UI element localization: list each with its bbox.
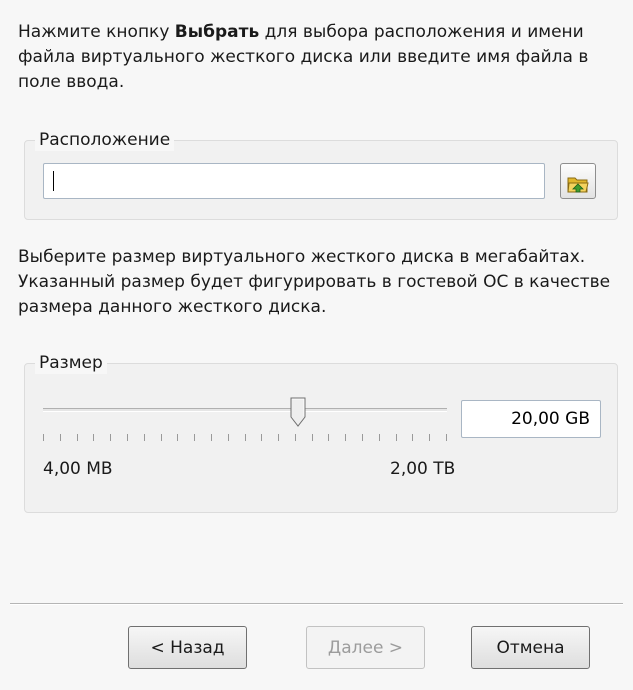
size-slider-track[interactable] xyxy=(43,408,447,412)
folder-open-icon xyxy=(567,177,589,192)
slider-tick xyxy=(429,434,430,441)
slider-tick xyxy=(362,434,363,441)
slider-tick xyxy=(379,434,380,441)
slider-tick xyxy=(211,434,212,441)
location-group: Расположение xyxy=(24,129,618,220)
slider-tick xyxy=(127,434,128,441)
location-group-title: Расположение xyxy=(35,129,175,151)
slider-tick xyxy=(177,434,178,441)
size-max-label: 2,00 TB xyxy=(390,459,456,479)
slider-tick xyxy=(144,434,145,441)
slider-tick xyxy=(312,434,313,441)
size-slider-thumb[interactable] xyxy=(290,397,306,427)
slider-tick xyxy=(110,434,111,441)
slider-tick xyxy=(446,434,447,441)
browse-folder-button[interactable] xyxy=(560,163,596,199)
slider-tick xyxy=(278,434,279,441)
slider-tick xyxy=(60,434,61,441)
location-input[interactable] xyxy=(43,163,545,199)
intro-text-start: Нажмите кнопку xyxy=(18,22,175,42)
back-button[interactable]: < Назад xyxy=(128,626,247,669)
slider-tick xyxy=(194,434,195,441)
cancel-button[interactable]: Отмена xyxy=(471,626,590,669)
slider-tick xyxy=(412,434,413,441)
slider-tick xyxy=(396,434,397,441)
slider-tick xyxy=(43,434,44,441)
size-group-title: Размер xyxy=(35,352,107,374)
slider-tick xyxy=(228,434,229,441)
size-slider-ticks xyxy=(43,434,447,442)
slider-tick xyxy=(77,434,78,441)
slider-tick xyxy=(161,434,162,441)
create-disk-dialog: Нажмите кнопку Выбрать для выбора распол… xyxy=(0,0,633,690)
slider-tick xyxy=(345,434,346,441)
slider-tick xyxy=(245,434,246,441)
intro-bold-word: Выбрать xyxy=(174,22,260,42)
size-input[interactable] xyxy=(461,400,601,438)
size-description: Выберите размер виртуального жесткого ди… xyxy=(18,247,611,317)
intro-text: Нажмите кнопку Выбрать для выбора распол… xyxy=(18,20,618,95)
slider-tick xyxy=(328,434,329,441)
text-caret xyxy=(53,171,54,191)
slider-tick xyxy=(261,434,262,441)
button-separator xyxy=(10,603,623,605)
slider-tick xyxy=(93,434,94,441)
next-button[interactable]: Далее > xyxy=(306,626,425,669)
slider-tick xyxy=(295,434,296,441)
size-group: Размер 4,00 MB 2,00 TB xyxy=(24,352,618,513)
size-min-label: 4,00 MB xyxy=(43,459,113,479)
